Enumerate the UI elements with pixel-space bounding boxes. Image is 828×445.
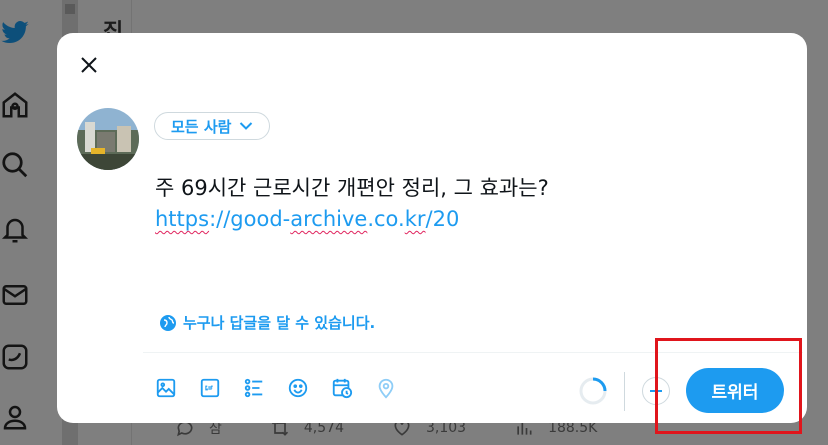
gif-icon[interactable] (199, 377, 221, 399)
profile-icon[interactable] (0, 402, 30, 432)
avatar[interactable] (77, 108, 139, 170)
vertical-divider (624, 372, 625, 411)
reply-setting-label: 누구나 답글을 달 수 있습니다. (183, 314, 376, 332)
tweet-link-text[interactable]: https://good-archive.co.kr/20 (155, 207, 459, 231)
audience-selector[interactable]: 모든 사람 (154, 112, 271, 140)
sidebar (0, 0, 62, 445)
audience-label: 모든 사람 (171, 117, 232, 136)
twitter-blue-icon[interactable] (0, 342, 30, 372)
compose-toolbar (155, 377, 419, 399)
notifications-icon[interactable] (0, 215, 30, 245)
close-button[interactable] (76, 52, 102, 78)
tweet-link[interactable]: https://good-archive.co.kr/20 (155, 204, 459, 235)
close-icon (81, 57, 97, 73)
highlight-annotation (655, 338, 802, 434)
reply-setting[interactable]: 누구나 답글을 달 수 있습니다. (160, 312, 375, 333)
twitter-logo-icon[interactable] (0, 18, 30, 48)
tweet-text[interactable]: 주 69시간 근로시간 개편안 정리, 그 효과는? (155, 173, 549, 204)
chevron-down-icon (240, 122, 253, 130)
emoji-icon[interactable] (287, 377, 309, 399)
globe-icon (160, 314, 176, 331)
media-icon[interactable] (155, 377, 177, 399)
character-counter-ring (578, 376, 608, 406)
schedule-icon[interactable] (331, 377, 353, 399)
home-icon[interactable] (0, 90, 30, 120)
location-icon[interactable] (375, 377, 397, 399)
explore-icon[interactable] (0, 150, 30, 180)
messages-icon[interactable] (0, 280, 30, 310)
poll-icon[interactable] (243, 377, 265, 399)
